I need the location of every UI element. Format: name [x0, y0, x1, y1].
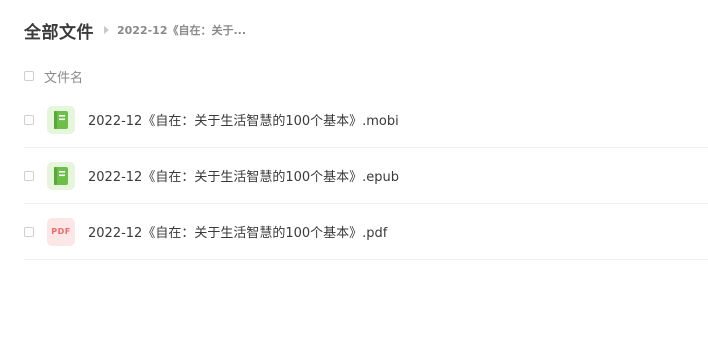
breadcrumb-root-all-files[interactable]: 全部文件 [24, 18, 94, 43]
file-row[interactable]: 2022-12《自在：关于生活智慧的100个基本》.mobi [24, 92, 708, 148]
file-list: 2022-12《自在：关于生活智慧的100个基本》.mobi 2022-12《自… [24, 92, 708, 260]
pdf-icon-label: PDF [51, 227, 71, 236]
row-checkbox[interactable] [24, 226, 34, 237]
ebook-icon [47, 105, 75, 134]
pdf-icon: PDF [47, 217, 75, 246]
list-header: 文件名 [24, 64, 83, 88]
column-header-filename[interactable]: 文件名 [44, 67, 83, 86]
ebook-icon [47, 161, 75, 190]
chevron-right-icon [104, 26, 109, 34]
file-row[interactable]: 2022-12《自在：关于生活智慧的100个基本》.epub [24, 148, 708, 204]
file-name[interactable]: 2022-12《自在：关于生活智慧的100个基本》.pdf [88, 222, 387, 241]
breadcrumb: 全部文件 2022-12《自在：关于... [24, 16, 246, 44]
file-name[interactable]: 2022-12《自在：关于生活智慧的100个基本》.mobi [88, 110, 399, 129]
row-checkbox[interactable] [24, 170, 34, 181]
select-all-checkbox[interactable] [24, 71, 34, 81]
breadcrumb-current-folder[interactable]: 2022-12《自在：关于... [117, 22, 246, 38]
file-row[interactable]: PDF 2022-12《自在：关于生活智慧的100个基本》.pdf [24, 204, 708, 260]
file-name[interactable]: 2022-12《自在：关于生活智慧的100个基本》.epub [88, 166, 399, 185]
file-browser: 全部文件 2022-12《自在：关于... 文件名 2022-12《自在：关于生… [0, 0, 708, 357]
row-checkbox[interactable] [24, 114, 34, 125]
